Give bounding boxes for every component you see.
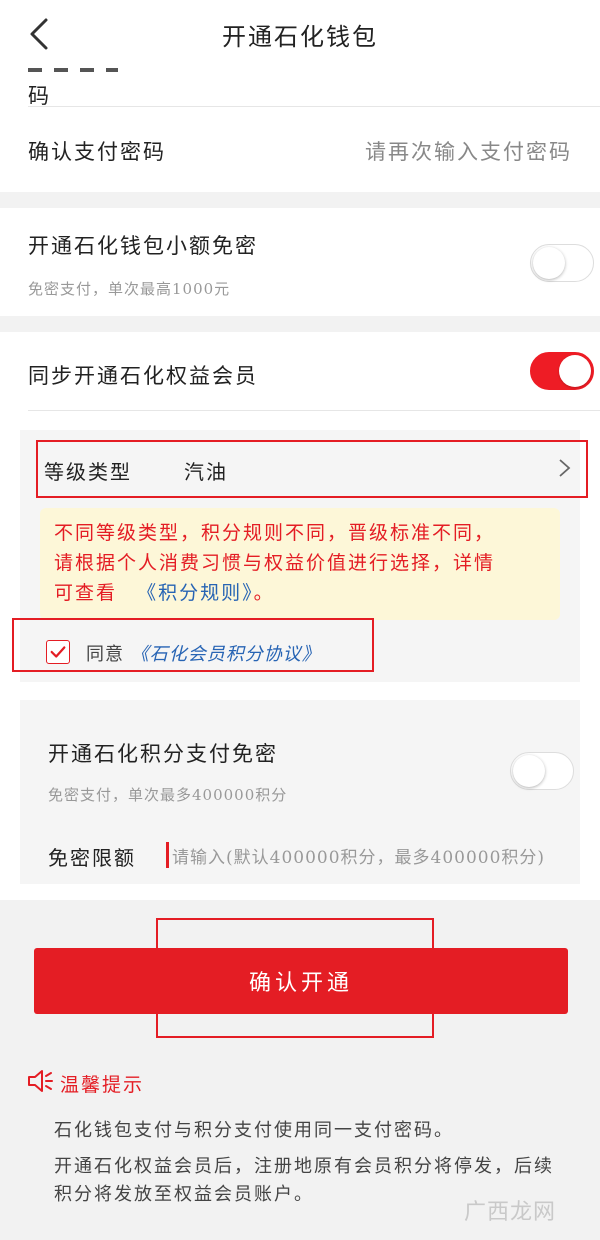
highlight-box-agree (12, 618, 374, 672)
notice-line: 可查看 《积分规则》。 (54, 578, 546, 608)
confirm-password-label: 确认支付密码 (28, 140, 166, 164)
notice-text: 可查看 (54, 582, 118, 604)
member-title: 同步开通石化权益会员 (28, 364, 258, 388)
notice-line: 请根据个人消费习惯与权益价值进行选择，详情 (54, 552, 496, 574)
toggle-knob (513, 755, 545, 787)
tips-title: 温馨提示 (60, 1074, 145, 1096)
nav-bar: 开通石化钱包 (0, 0, 600, 68)
tip-line: 积分将发放至权益会员账户。 (54, 1184, 314, 1205)
small-free-card: 开通石化钱包小额免密 免密支付，单次最高1000元 (0, 208, 600, 316)
text-cursor (166, 842, 169, 868)
notice-line: 不同等级类型，积分规则不同，晋级标准不同， (54, 522, 496, 544)
divider (28, 410, 600, 411)
points-rules-link[interactable]: 《积分规则》 (137, 582, 254, 604)
limit-label: 免密限额 (48, 846, 136, 870)
small-free-toggle[interactable] (530, 244, 594, 282)
scrolled-text-fragment (28, 64, 568, 74)
password-card: 码 确认支付密码 请再次输入支付密码 (0, 68, 600, 192)
confirm-password-input[interactable]: 请再次输入支付密码 (365, 136, 572, 166)
back-arrow-icon[interactable] (22, 16, 58, 52)
small-free-subtitle: 免密支付，单次最高1000元 (28, 280, 231, 298)
tip-line: 开通石化权益会员后，注册地原有会员积分将停发，后续 (54, 1156, 554, 1177)
small-free-title: 开通石化钱包小额免密 (28, 234, 258, 258)
toggle-knob (559, 355, 591, 387)
toggle-knob (533, 247, 565, 279)
notice-text: 。 (253, 582, 275, 604)
highlight-box-level (36, 440, 588, 498)
level-notice: 不同等级类型，积分规则不同，晋级标准不同， 请根据个人消费习惯与权益价值进行选择… (40, 508, 560, 620)
points-free-toggle[interactable] (510, 752, 574, 790)
divider (28, 106, 600, 107)
page-title: 开通石化钱包 (222, 22, 378, 51)
watermark: 广西龙网 (464, 1200, 557, 1225)
highlight-box-confirm (156, 918, 434, 1038)
member-toggle[interactable] (530, 352, 594, 390)
speaker-icon (28, 1070, 53, 1092)
tip-line: 石化钱包支付与积分支付使用同一支付密码。 (54, 1120, 454, 1141)
points-free-title: 开通石化积分支付免密 (48, 742, 278, 766)
limit-input[interactable]: 请输入(默认400000积分，最多400000积分) (172, 843, 545, 868)
points-free-subtitle: 免密支付，单次最多400000积分 (48, 786, 288, 804)
